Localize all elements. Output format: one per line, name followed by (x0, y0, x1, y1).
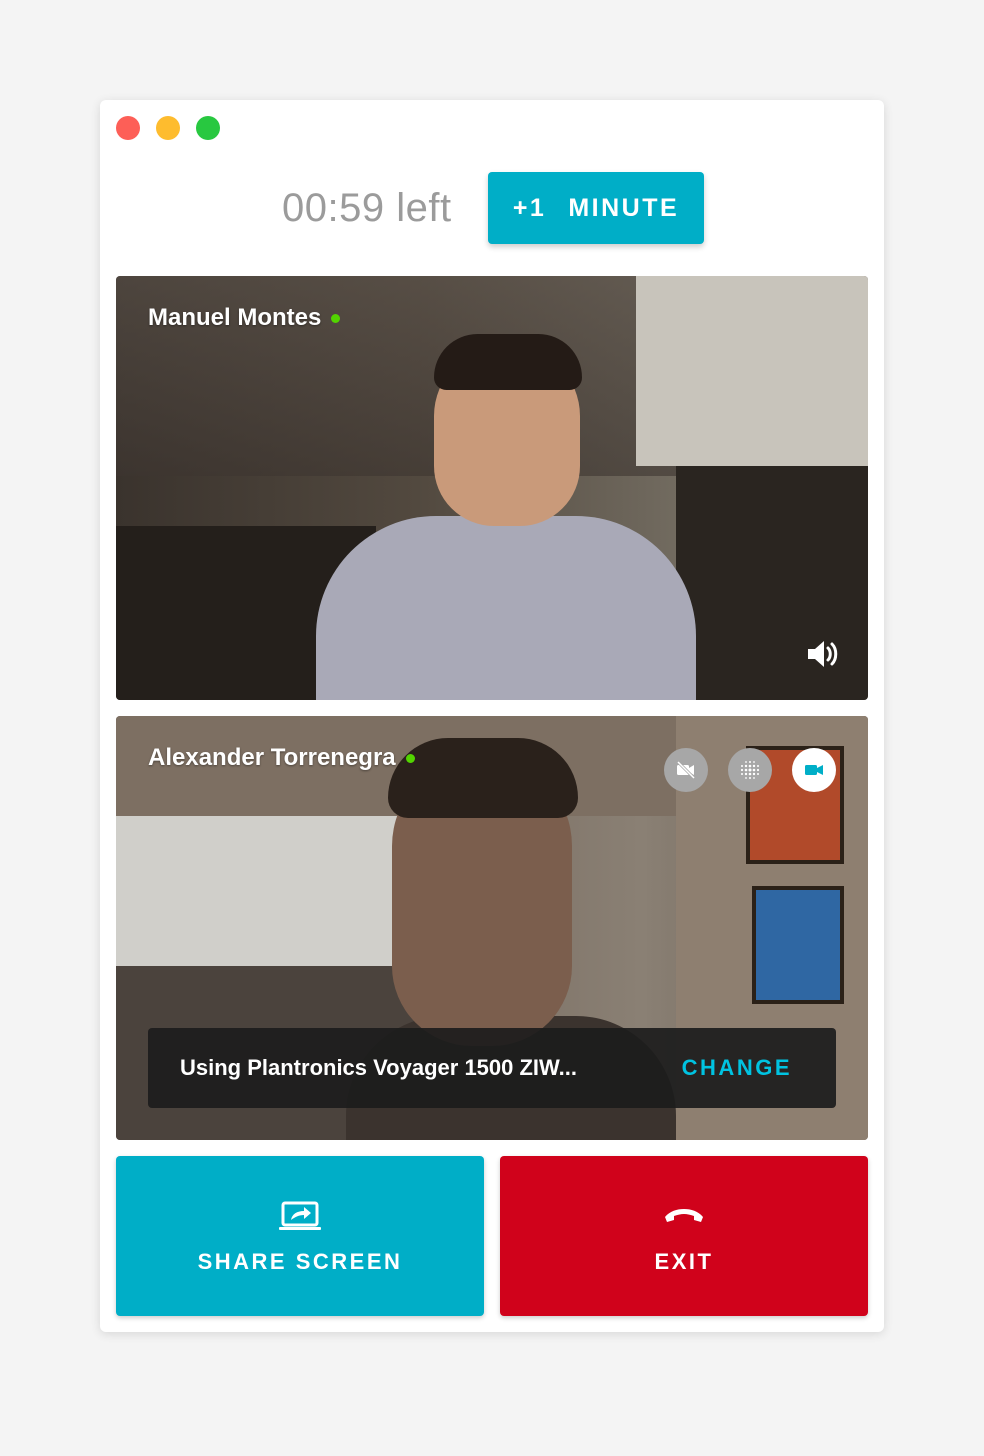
participant-video-manuel: Manuel Montes (116, 276, 868, 700)
device-label: Using Plantronics Voyager 1500 ZIW... (180, 1055, 577, 1080)
video-background-cabinets (116, 816, 406, 976)
minimize-window-button[interactable] (156, 116, 180, 140)
participant-hair (434, 334, 582, 390)
window-controls (116, 116, 220, 140)
add-minute-label: MINUTE (568, 193, 680, 222)
share-screen-icon (279, 1201, 321, 1230)
online-status-dot (405, 753, 415, 763)
participant-video-alexander: Alexander Torrenegra Using Plantronics V… (116, 716, 868, 1140)
call-window: 00:59 left +1 MINUTE Manuel Montes Alexa… (100, 100, 884, 1332)
painting-frame-bottom (752, 886, 844, 1004)
add-minute-plus: +1 (512, 193, 547, 222)
participant-name-label: Manuel Montes (148, 304, 341, 332)
share-screen-label: SHARE SCREEN (197, 1249, 403, 1274)
online-status-dot (331, 313, 341, 323)
exit-label: EXIT (654, 1249, 714, 1274)
participant-hair (388, 738, 578, 818)
participant-body (316, 516, 696, 700)
participant-name-label: Alexander Torrenegra (148, 744, 415, 772)
blur-background-icon[interactable] (728, 748, 772, 792)
camera-off-icon[interactable] (664, 748, 708, 792)
add-minute-button[interactable]: +1 MINUTE (488, 172, 704, 244)
volume-icon[interactable] (804, 636, 840, 672)
video-background-window (636, 276, 868, 466)
hang-up-icon (665, 1209, 703, 1222)
audio-device-bar: Using Plantronics Voyager 1500 ZIW... CH… (148, 1028, 836, 1108)
close-window-button[interactable] (116, 116, 140, 140)
camera-icon[interactable] (792, 748, 836, 792)
change-device-button[interactable]: CHANGE (682, 1055, 792, 1081)
local-video-controls (664, 748, 836, 792)
maximize-window-button[interactable] (196, 116, 220, 140)
exit-button[interactable]: EXIT (500, 1156, 868, 1316)
share-screen-button[interactable]: SHARE SCREEN (116, 1156, 484, 1316)
time-remaining: 00:59 left (282, 186, 452, 230)
timer-row: 00:59 left +1 MINUTE (100, 172, 884, 244)
